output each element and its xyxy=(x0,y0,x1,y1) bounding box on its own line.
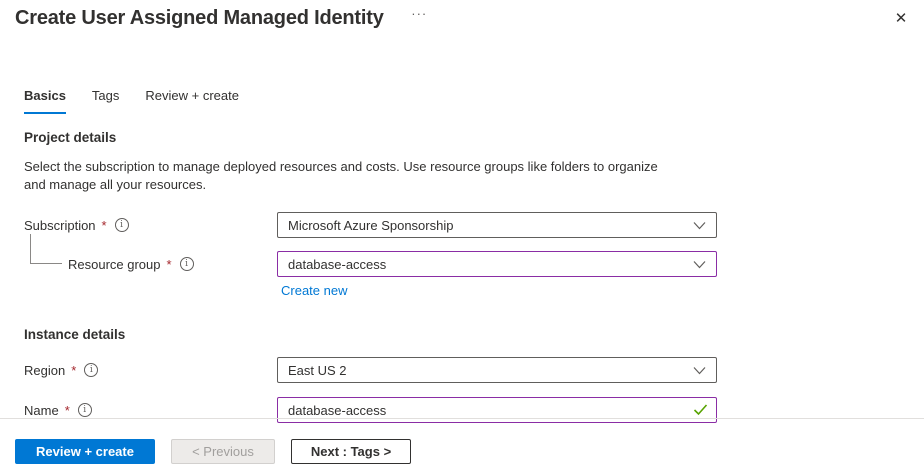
info-icon[interactable]: i xyxy=(84,363,98,377)
required-marker: * xyxy=(167,257,172,272)
required-marker: * xyxy=(65,403,70,418)
project-details-heading: Project details xyxy=(24,130,924,145)
more-options-icon[interactable]: ··· xyxy=(411,6,427,21)
subscription-row: Subscription * i Microsoft Azure Sponsor… xyxy=(24,212,924,238)
required-marker: * xyxy=(102,218,107,233)
name-label: Name * i xyxy=(24,403,277,418)
name-label-text: Name xyxy=(24,403,59,418)
region-dropdown[interactable]: East US 2 xyxy=(277,357,717,383)
tab-basics[interactable]: Basics xyxy=(24,88,66,114)
region-row: Region * i East US 2 xyxy=(24,357,924,383)
subscription-label-text: Subscription xyxy=(24,218,96,233)
tab-review-create[interactable]: Review + create xyxy=(145,88,239,114)
tab-bar: Basics Tags Review + create xyxy=(24,88,924,114)
footer-actions: Review + create < Previous Next : Tags > xyxy=(15,439,411,464)
chevron-down-icon xyxy=(693,366,706,375)
tab-tags[interactable]: Tags xyxy=(92,88,119,114)
previous-button: < Previous xyxy=(171,439,275,464)
chevron-down-icon xyxy=(693,221,706,230)
info-icon[interactable]: i xyxy=(180,257,194,271)
valid-check-icon xyxy=(693,404,708,416)
info-icon[interactable]: i xyxy=(78,403,92,417)
dialog-header: Create User Assigned Managed Identity ··… xyxy=(0,0,924,46)
create-new-link[interactable]: Create new xyxy=(281,283,347,298)
subscription-label: Subscription * i xyxy=(24,218,277,233)
page-title: Create User Assigned Managed Identity xyxy=(15,7,384,30)
footer-divider xyxy=(0,418,924,419)
close-icon[interactable]: ✕ xyxy=(890,8,912,30)
name-row: Name * i xyxy=(24,397,924,423)
region-label: Region * i xyxy=(24,363,277,378)
form-content: Project details Select the subscription … xyxy=(0,130,924,423)
resource-group-dropdown[interactable]: database-access xyxy=(277,251,717,277)
project-details-description: Select the subscription to manage deploy… xyxy=(24,158,679,193)
region-label-text: Region xyxy=(24,363,65,378)
instance-details-heading: Instance details xyxy=(24,327,924,342)
subscription-dropdown[interactable]: Microsoft Azure Sponsorship xyxy=(277,212,717,238)
resource-group-row: Resource group * i database-access xyxy=(24,251,924,277)
resource-group-label-text: Resource group xyxy=(68,257,161,272)
chevron-down-icon xyxy=(693,260,706,269)
resource-group-selected-value: database-access xyxy=(288,257,386,272)
subscription-selected-value: Microsoft Azure Sponsorship xyxy=(288,218,453,233)
resource-group-connector-line xyxy=(30,234,62,264)
name-input[interactable] xyxy=(277,397,717,423)
region-selected-value: East US 2 xyxy=(288,363,347,378)
review-create-button[interactable]: Review + create xyxy=(15,439,155,464)
required-marker: * xyxy=(71,363,76,378)
info-icon[interactable]: i xyxy=(115,218,129,232)
next-tags-button[interactable]: Next : Tags > xyxy=(291,439,411,464)
